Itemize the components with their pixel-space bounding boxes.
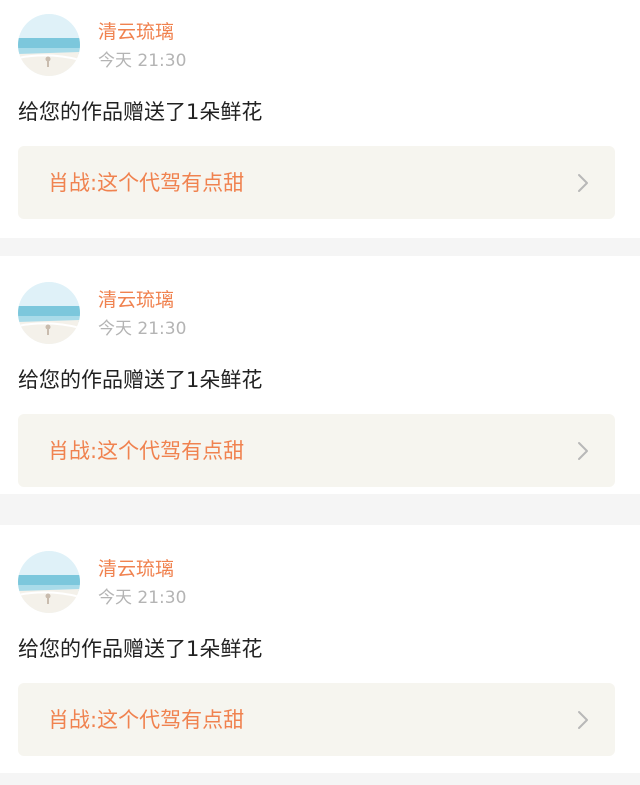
avatar-beach-icon[interactable] [18,551,80,613]
username[interactable]: 清云琉璃 [98,20,174,44]
notification-message: 给您的作品赠送了1朵鲜花 [18,368,263,392]
timestamp: 今天 21:30 [98,51,187,71]
work-link-card[interactable]: 肖战:这个代驾有点甜 [18,414,615,487]
chevron-right-icon [578,442,588,460]
work-link-card[interactable]: 肖战:这个代驾有点甜 [18,146,615,219]
chevron-right-icon [578,711,588,729]
notification-item: 清云琉璃 今天 21:30 给您的作品赠送了1朵鲜花 肖战:这个代驾有点甜 [0,525,640,773]
notification-item: 清云琉璃 今天 21:30 给您的作品赠送了1朵鲜花 肖战:这个代驾有点甜 [0,256,640,494]
notification-feed: 清云琉璃 今天 21:30 给您的作品赠送了1朵鲜花 肖战:这个代驾有点甜 清云… [0,0,640,785]
avatar-beach-icon[interactable] [18,282,80,344]
chevron-right-icon [578,174,588,192]
timestamp: 今天 21:30 [98,319,187,339]
work-title: 肖战:这个代驾有点甜 [48,439,245,463]
timestamp: 今天 21:30 [98,588,187,608]
notification-message: 给您的作品赠送了1朵鲜花 [18,637,263,661]
work-title: 肖战:这个代驾有点甜 [48,708,245,732]
username[interactable]: 清云琉璃 [98,288,174,312]
username[interactable]: 清云琉璃 [98,557,174,581]
work-title: 肖战:这个代驾有点甜 [48,171,245,195]
notification-item: 清云琉璃 今天 21:30 给您的作品赠送了1朵鲜花 肖战:这个代驾有点甜 [0,0,640,238]
avatar-beach-icon[interactable] [18,14,80,76]
work-link-card[interactable]: 肖战:这个代驾有点甜 [18,683,615,756]
notification-message: 给您的作品赠送了1朵鲜花 [18,100,263,124]
